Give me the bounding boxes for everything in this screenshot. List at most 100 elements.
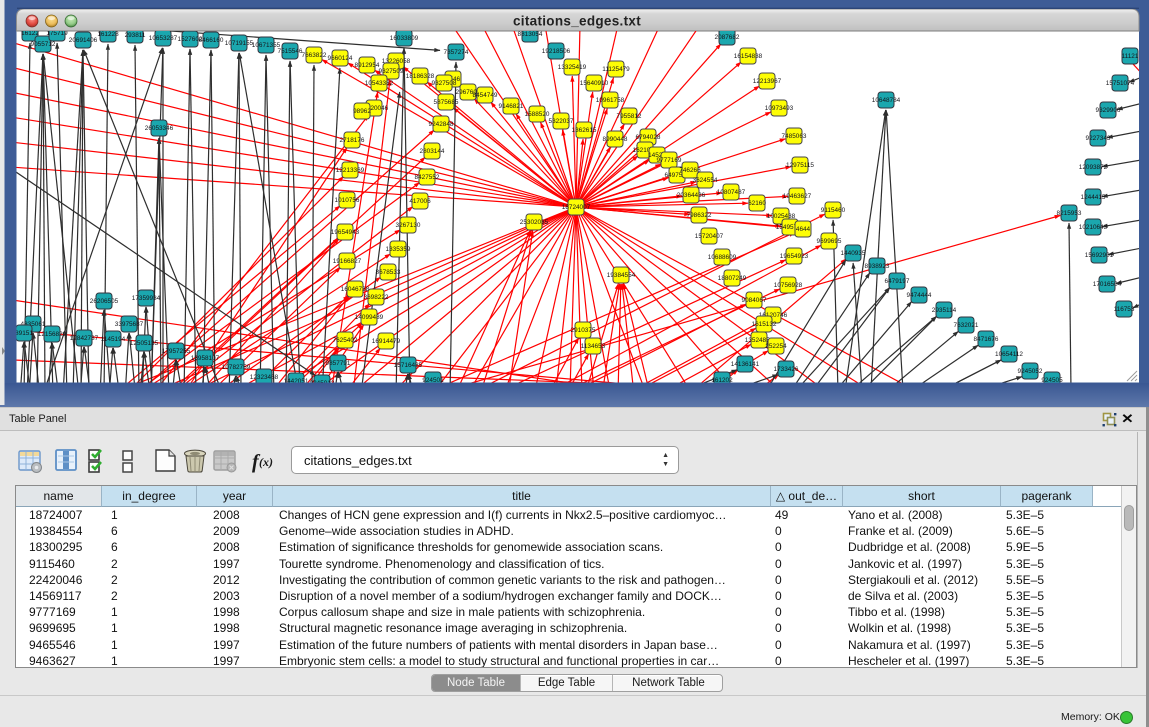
svg-text:16046738: 16046738 [341,286,370,293]
svg-text:18807249: 18807249 [718,275,747,282]
svg-text:2935114: 2935114 [932,307,957,314]
svg-text:293811: 293811 [125,32,146,39]
svg-text:10654112: 10654112 [995,351,1023,358]
svg-text:16154838: 16154838 [734,53,763,60]
svg-text:1134653: 1134653 [581,343,606,350]
svg-text:1440935: 1440935 [841,250,866,257]
svg-text:9329906: 9329906 [1096,107,1121,114]
svg-text:2087682: 2087682 [715,34,740,41]
svg-text:1335359: 1335359 [386,246,411,253]
svg-text:9857791: 9857791 [326,360,351,367]
svg-text:10543382: 10543382 [365,80,394,87]
svg-text:12842737: 12842737 [70,335,99,342]
svg-text:10653287: 10653287 [149,35,178,42]
svg-text:5875685: 5875685 [434,99,459,106]
svg-text:1010756: 1010756 [335,197,360,204]
svg-text:116753: 116753 [1114,306,1135,313]
svg-text:10210643: 10210643 [1079,224,1108,231]
svg-text:7625402: 7625402 [333,337,358,344]
svg-text:citations_edges.txt: citations_edges.txt [513,14,641,29]
svg-text:10719155: 10719155 [225,40,254,47]
svg-text:2803144: 2803144 [420,148,445,155]
svg-text:2910375: 2910375 [571,327,596,334]
svg-text:10688609: 10688609 [708,254,737,261]
svg-text:19218506: 19218506 [542,48,571,55]
svg-text:12213967: 12213967 [753,78,782,85]
svg-text:1733426: 1733426 [774,366,799,373]
svg-text:9242848: 9242848 [429,121,454,128]
svg-text:14099489: 14099489 [355,314,384,321]
svg-text:13325419: 13325419 [558,64,587,71]
svg-text:7515546: 7515546 [278,48,303,55]
svg-text:18186328: 18186328 [406,73,435,80]
svg-text:16033809: 16033809 [390,35,419,42]
svg-text:4644: 4644 [796,226,811,233]
svg-text:8454749: 8454749 [473,92,498,99]
svg-text:5322037: 5322037 [549,118,574,125]
svg-text:10782759: 10782759 [222,364,251,371]
svg-text:19463627: 19463627 [783,193,812,200]
svg-text:9660124: 9660124 [328,55,353,62]
svg-text:9327508: 9327508 [432,80,457,87]
svg-text:10648784: 10648784 [872,97,901,104]
svg-text:1362615: 1362615 [572,127,597,134]
svg-text:9245052: 9245052 [1018,368,1043,375]
svg-text:9146821: 9146821 [499,103,524,110]
svg-text:1145194: 1145194 [101,336,126,343]
svg-text:17957255: 17957255 [162,348,191,355]
svg-text:(x): (x) [259,455,273,469]
svg-text:8215953: 8215953 [1057,210,1082,217]
svg-text:17016504: 17016504 [1093,281,1122,288]
svg-text:9227343: 9227343 [1086,135,1111,142]
svg-text:19384554: 19384554 [607,272,636,279]
svg-text:8912954: 8912954 [355,62,380,69]
svg-text:15640910: 15640910 [580,80,609,87]
svg-text:15751074: 15751074 [1106,80,1135,87]
svg-text:19166827: 19166827 [333,258,362,265]
svg-text:9327509: 9327509 [379,68,404,75]
svg-text:7357274: 7357274 [444,49,469,56]
svg-text:9699695: 9699695 [817,238,842,245]
svg-text:12505135: 12505135 [130,340,159,347]
svg-text:10973493: 10973493 [765,105,794,112]
svg-text:15720407: 15720407 [695,233,724,240]
svg-text:9474444: 9474444 [907,292,932,299]
svg-text:161228: 161228 [97,31,119,38]
svg-text:2718176: 2718176 [340,137,365,144]
svg-text:16914479: 16914479 [372,338,401,345]
svg-text:7485063: 7485063 [782,133,807,140]
svg-text:3624554: 3624554 [693,177,718,184]
svg-text:8427552: 8427552 [415,174,440,181]
svg-text:3698222: 3698222 [364,294,389,301]
svg-text:10961758: 10961758 [596,97,625,104]
svg-text:7632021: 7632021 [954,322,979,329]
svg-text:3267130: 3267130 [396,222,421,229]
svg-text:11125479: 11125479 [602,66,630,73]
svg-text:20691406: 20691406 [69,37,98,44]
svg-text:10671355: 10671355 [252,42,281,49]
svg-text:26053346: 26053346 [145,125,174,132]
svg-text:9115460: 9115460 [821,207,846,214]
svg-text:8990448: 8990448 [603,136,628,143]
svg-text:25302035: 25302035 [520,219,549,226]
svg-text:12093872: 12093872 [1079,164,1108,171]
svg-text:7986322: 7986322 [687,212,712,219]
svg-text:62160: 62160 [748,200,766,207]
svg-text:20364436: 20364436 [677,192,706,199]
svg-text:1244415: 1244415 [1081,194,1106,201]
svg-text:19654943: 19654943 [331,229,360,236]
svg-text:15716485: 15716485 [394,362,423,369]
svg-text:6466160: 6466160 [199,37,224,44]
svg-text:13958107: 13958107 [191,355,220,362]
svg-text:8938923: 8938923 [865,263,890,270]
svg-text:10756928: 10756928 [774,282,803,289]
svg-text:9777169: 9777169 [657,157,682,164]
svg-text:18724007: 18724007 [562,204,591,211]
svg-text:12975115: 12975115 [786,162,814,169]
svg-text:417006: 417006 [409,198,431,205]
svg-text:9055712: 9055712 [31,41,56,48]
svg-text:11121: 11121 [1122,53,1139,60]
svg-text:6794028: 6794028 [636,134,661,141]
svg-text:14136141: 14136141 [731,361,760,368]
svg-text:9084067: 9084067 [742,297,767,304]
